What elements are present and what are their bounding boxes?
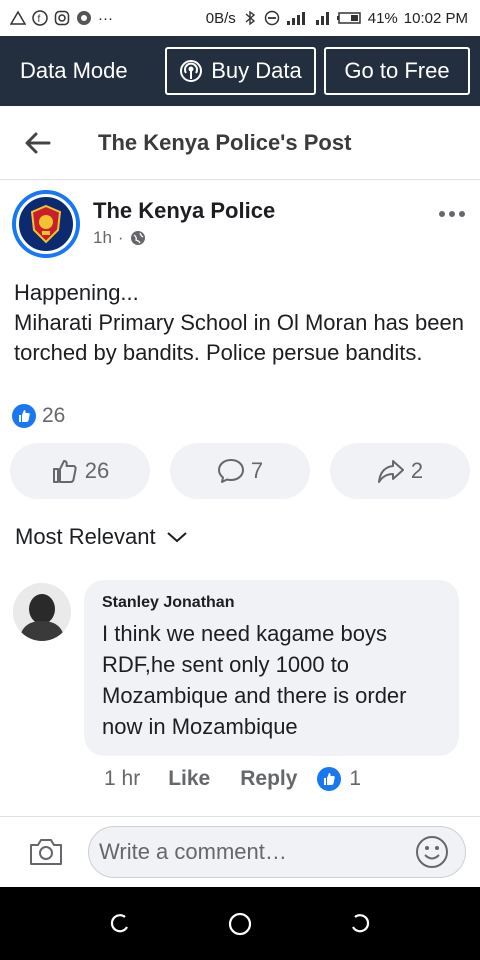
status-left: f ··· bbox=[10, 10, 113, 27]
system-nav-bar bbox=[0, 887, 480, 960]
back-button[interactable] bbox=[14, 119, 62, 167]
post-line: Miharati Primary School in Ol Moran has … bbox=[14, 310, 464, 365]
dnd-icon bbox=[264, 10, 279, 26]
meta-separator: · bbox=[117, 228, 124, 247]
post-header: The Kenya Police 1h · bbox=[12, 190, 472, 260]
comment-count: 7 bbox=[250, 458, 264, 483]
home-button[interactable] bbox=[220, 904, 260, 944]
like-reaction-icon bbox=[317, 767, 342, 791]
post-options-button[interactable] bbox=[432, 202, 472, 226]
data-mode-label: Data Mode bbox=[20, 58, 128, 83]
post-body: Happening... Miharati Primary School in … bbox=[14, 278, 466, 368]
post-author[interactable]: The Kenya Police bbox=[93, 198, 275, 224]
post-subline: 1h · bbox=[93, 228, 275, 248]
thumbs-up-icon bbox=[52, 460, 77, 483]
svg-text:f: f bbox=[38, 14, 41, 25]
comment-sort-dropdown[interactable]: Most Relevant bbox=[15, 524, 188, 550]
comment-button[interactable]: 7 bbox=[170, 443, 310, 499]
like-button[interactable]: 26 bbox=[10, 443, 150, 499]
reaction-summary[interactable]: 26 bbox=[12, 404, 65, 428]
post-line: Happening... bbox=[14, 280, 139, 305]
share-button[interactable]: 2 bbox=[330, 443, 470, 499]
comment-text: I think we need kagame boys RDF,he sent … bbox=[102, 621, 407, 739]
broadcast-icon bbox=[180, 60, 203, 82]
post-time[interactable]: 1h bbox=[93, 228, 112, 248]
signal-icon bbox=[286, 12, 305, 25]
camera-icon bbox=[30, 839, 62, 865]
network-speed: 0B/s bbox=[205, 9, 236, 27]
commenter-avatar[interactable] bbox=[13, 583, 71, 641]
camera-button[interactable] bbox=[26, 832, 66, 872]
go-to-free-label: Go to Free bbox=[344, 58, 450, 83]
commenter-name[interactable]: Stanley Jonathan bbox=[102, 594, 441, 612]
bluetooth-icon bbox=[245, 10, 255, 26]
page-header: The Kenya Police's Post bbox=[0, 106, 480, 180]
like-reaction-icon bbox=[12, 404, 36, 428]
page-title: The Kenya Police's Post bbox=[98, 129, 352, 155]
comment-bubble: Stanley Jonathan I think we need kagame … bbox=[84, 580, 459, 756]
police-emblem-icon bbox=[16, 194, 76, 254]
like-count: 26 bbox=[84, 458, 110, 483]
chrome-icon bbox=[77, 11, 91, 25]
share-arrow-icon bbox=[377, 460, 404, 483]
globe-icon bbox=[130, 231, 145, 245]
comment-composer: Write a comment… bbox=[0, 817, 480, 887]
back-arrow-icon bbox=[25, 132, 51, 153]
share-count: 2 bbox=[410, 458, 424, 483]
emoji-icon[interactable] bbox=[415, 835, 449, 869]
comment-like-button[interactable]: Like bbox=[168, 767, 210, 791]
post-meta: The Kenya Police 1h · bbox=[93, 190, 275, 260]
buy-data-button[interactable]: Buy Data bbox=[165, 47, 316, 95]
status-bar: f ··· 0B/s 41% 10:02 PM bbox=[0, 0, 480, 36]
data-mode-bar: Data Mode Buy Data Go to Free bbox=[0, 36, 480, 106]
back-nav-button[interactable] bbox=[340, 904, 380, 944]
home-circle-icon bbox=[228, 912, 252, 935]
comment-input-placeholder: Write a comment… bbox=[99, 839, 287, 864]
buy-data-label: Buy Data bbox=[211, 58, 302, 83]
recents-icon bbox=[110, 913, 128, 932]
page-avatar[interactable] bbox=[12, 190, 80, 258]
comment-reply-button[interactable]: Reply bbox=[240, 767, 297, 791]
more-horizontal-icon bbox=[439, 211, 465, 217]
instagram-icon bbox=[54, 10, 70, 26]
facebook-icon: f bbox=[32, 10, 48, 26]
comment-actions: 1 hr Like Reply 1 bbox=[104, 767, 361, 791]
alert-triangle-icon bbox=[10, 10, 26, 25]
go-to-free-button[interactable]: Go to Free bbox=[324, 47, 470, 95]
commenter-photo-icon bbox=[13, 583, 71, 641]
comment-input[interactable]: Write a comment… bbox=[88, 826, 466, 878]
status-right: 0B/s 41% 10:02 PM bbox=[206, 10, 468, 27]
comment-reaction-count: 1 bbox=[349, 767, 362, 790]
reaction-count: 26 bbox=[42, 404, 66, 427]
battery-icon bbox=[336, 12, 361, 24]
comment-bubble-icon bbox=[217, 459, 244, 483]
clock: 10:02 PM bbox=[403, 9, 468, 27]
signal-2-icon bbox=[315, 12, 329, 25]
chevron-down-icon bbox=[166, 532, 187, 543]
comment-time: 1 hr bbox=[104, 767, 141, 790]
sort-label: Most Relevant bbox=[15, 524, 156, 549]
recent-apps-button[interactable] bbox=[100, 904, 140, 944]
more-notifications-icon: ··· bbox=[98, 9, 113, 27]
post-actions: 26 7 2 bbox=[10, 443, 470, 499]
battery-level: 41% bbox=[367, 9, 398, 27]
back-nav-icon bbox=[352, 913, 370, 932]
